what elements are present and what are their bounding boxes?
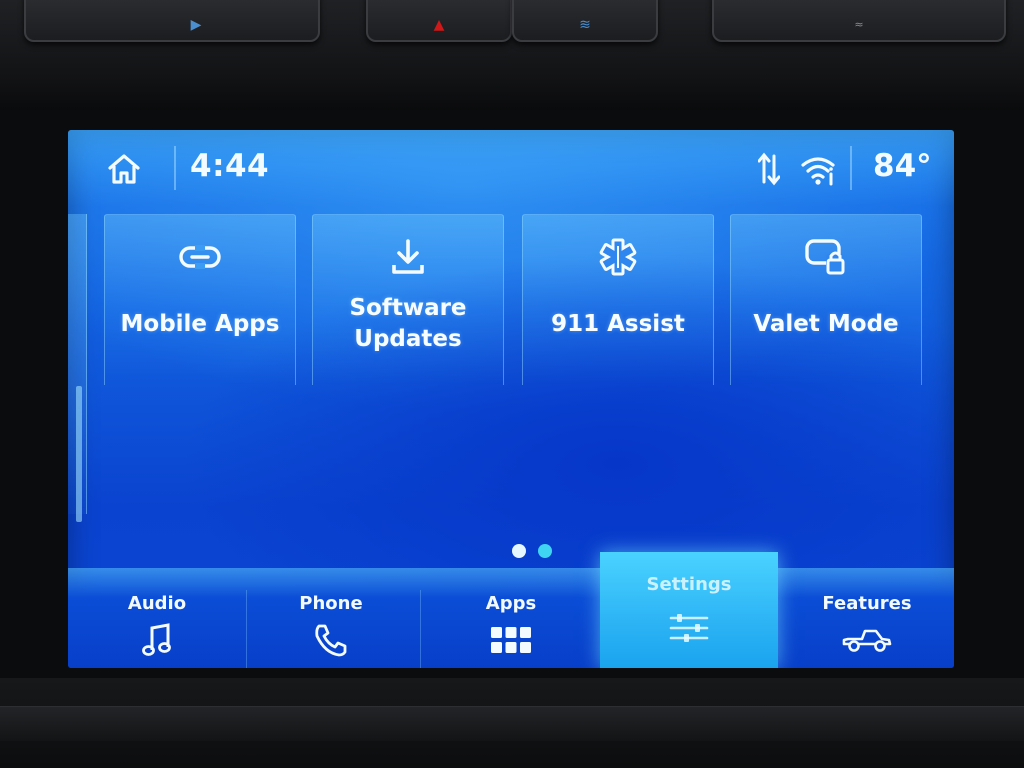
page-indicator xyxy=(68,544,954,558)
scroll-edge-marker xyxy=(76,386,82,522)
tile-software-updates[interactable]: Software Updates xyxy=(312,214,504,385)
data-transfer-icon xyxy=(758,152,780,186)
wifi-icon xyxy=(801,157,835,186)
nav-apps[interactable]: Apps xyxy=(422,590,601,668)
nav-label: Audio xyxy=(127,593,187,614)
status-divider-right xyxy=(850,146,852,190)
music-note-icon xyxy=(131,622,183,658)
nav-label: Phone xyxy=(299,593,363,614)
tile-valet-mode[interactable]: Valet Mode xyxy=(730,214,922,385)
nav-label: Features xyxy=(822,593,912,614)
tile-911-assist[interactable]: 911 Assist xyxy=(522,214,714,385)
nav-settings[interactable]: Settings xyxy=(600,552,778,668)
star-of-life-icon xyxy=(594,233,642,281)
status-bar: 4:44 84° xyxy=(68,130,954,206)
clock: 4:44 xyxy=(190,148,270,184)
valet-lock-icon xyxy=(802,233,850,281)
outside-temperature: 84° xyxy=(873,148,932,184)
hardware-icon-right: ≈ xyxy=(854,18,864,31)
infotainment-screen: 4:44 84° Mobile Apps Software Updates 91… xyxy=(68,130,954,668)
defrost-icon: ≋ xyxy=(579,17,591,33)
pickup-truck-icon xyxy=(841,622,893,658)
tile-label: 911 Assist xyxy=(551,311,685,337)
home-button[interactable] xyxy=(104,149,144,189)
tile-mobile-apps[interactable]: Mobile Apps xyxy=(104,214,296,385)
nav-label: Apps xyxy=(485,593,537,614)
dashboard-bezel-bottom xyxy=(0,678,1024,768)
status-divider-left xyxy=(174,146,176,190)
download-icon xyxy=(384,233,432,281)
grid-icon xyxy=(485,622,537,658)
home-icon xyxy=(108,154,140,184)
tile-label: Valet Mode xyxy=(753,311,899,337)
page-dot-2[interactable] xyxy=(538,544,552,558)
hardware-button-right[interactable]: ≈ xyxy=(712,0,1006,42)
hardware-button-left[interactable]: ▶ xyxy=(24,0,320,42)
nav-features[interactable]: Features xyxy=(778,590,954,668)
hardware-button-center[interactable]: ≋ xyxy=(512,0,658,42)
nav-audio[interactable]: Audio xyxy=(68,590,247,668)
page-dot-1[interactable] xyxy=(512,544,526,558)
hazard-button[interactable]: ▲ xyxy=(366,0,512,42)
hardware-icon-left: ▶ xyxy=(190,17,202,33)
phone-icon xyxy=(305,622,357,658)
dashboard-bezel-top: ▶ ▲ ≋ ≈ xyxy=(0,0,1024,110)
nav-phone[interactable]: Phone xyxy=(242,590,421,668)
bezel-ridge xyxy=(0,706,1024,741)
bottom-nav-bar: Audio Phone Apps Settings Features xyxy=(68,552,954,668)
nav-label: Settings xyxy=(646,574,732,595)
hazard-icon: ▲ xyxy=(433,17,445,33)
tile-label: Software Updates xyxy=(349,295,467,352)
sliders-icon xyxy=(663,610,715,646)
tile-label: Mobile Apps xyxy=(120,311,280,337)
link-icon xyxy=(176,233,224,281)
